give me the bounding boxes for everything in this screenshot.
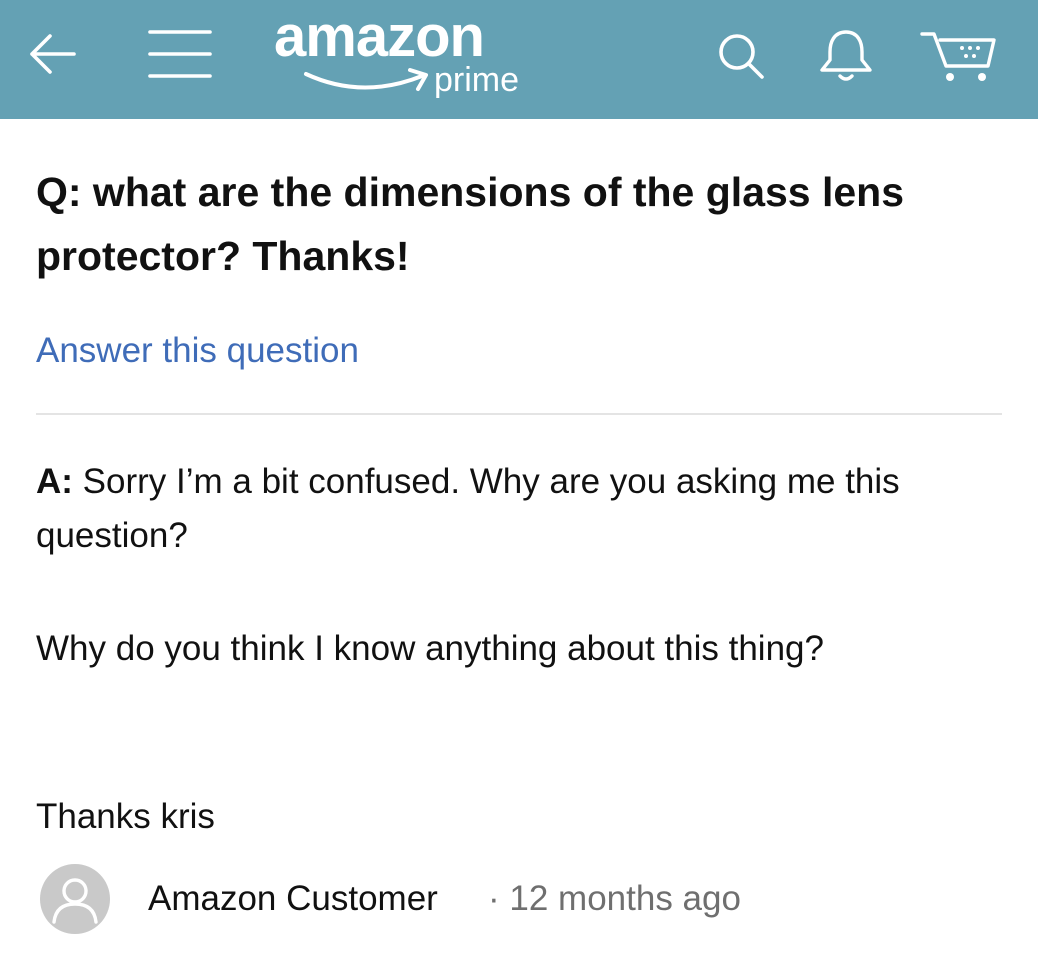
top-nav-bar: amazon prime bbox=[0, 0, 1038, 119]
answer-paragraph: Why do you think I know anything about t… bbox=[36, 629, 824, 668]
answer-signoff: Thanks kris bbox=[36, 797, 215, 836]
bell-icon[interactable] bbox=[814, 26, 878, 86]
menu-icon[interactable] bbox=[146, 26, 214, 82]
back-arrow-icon[interactable] bbox=[24, 26, 80, 82]
meta-separator: · bbox=[488, 879, 500, 918]
answer-paragraph: A: Sorry I’m a bit confused. Why are you… bbox=[36, 455, 1006, 563]
author-name[interactable]: Amazon Customer bbox=[148, 874, 438, 924]
answer-timestamp: · 12 months ago bbox=[488, 874, 741, 924]
answer-prefix: A: bbox=[36, 462, 73, 501]
smile-arrow-icon bbox=[304, 68, 428, 91]
divider bbox=[36, 413, 1002, 415]
logo-prime-text: prime bbox=[434, 61, 520, 99]
amazon-prime-logo[interactable]: amazon prime bbox=[272, 6, 562, 106]
search-icon[interactable] bbox=[712, 30, 772, 84]
cart-icon[interactable] bbox=[918, 26, 1000, 86]
logo-wordmark: amazon bbox=[274, 4, 485, 69]
question-text: Q: what are the dimensions of the glass … bbox=[36, 169, 905, 279]
answer-this-question-link[interactable]: Answer this question bbox=[36, 327, 359, 375]
answer-author: Amazon Customer · 12 months ago bbox=[40, 864, 1000, 934]
answer-text: Sorry I’m a bit confused. Why are you as… bbox=[36, 462, 900, 555]
user-avatar-icon[interactable] bbox=[40, 864, 110, 934]
answer-time: 12 months ago bbox=[509, 879, 741, 918]
